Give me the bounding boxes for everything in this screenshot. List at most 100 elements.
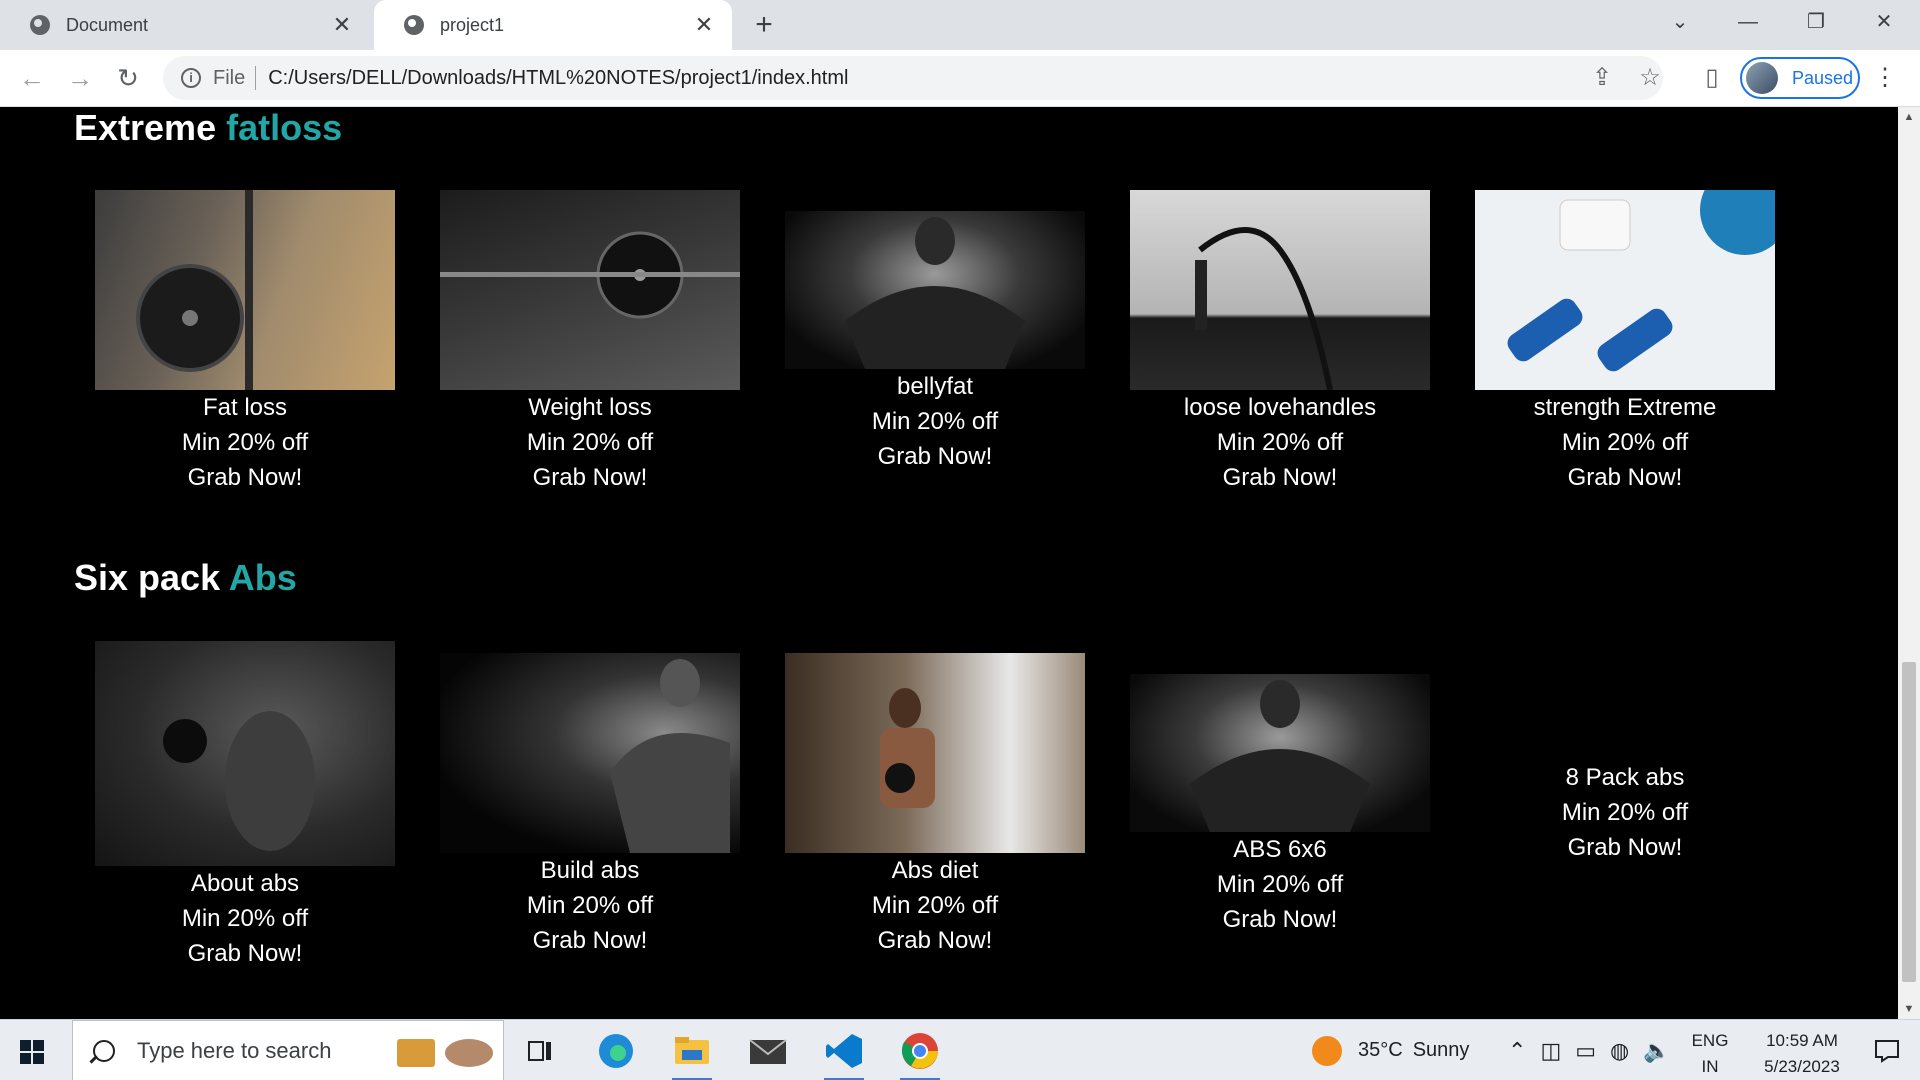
info-icon[interactable]: i bbox=[181, 68, 201, 88]
scroll-up-icon[interactable]: ▲ bbox=[1898, 107, 1920, 127]
back-button[interactable]: ← bbox=[12, 58, 52, 98]
product-name: Build abs bbox=[540, 857, 640, 884]
product-card[interactable]: ABS 6x6 Min 20% off Grab Now! bbox=[1130, 674, 1430, 937]
tab-search-chevron-icon[interactable]: ⌄ bbox=[1650, 0, 1710, 44]
product-offer: Min 20% off bbox=[1216, 871, 1344, 898]
grab-now-link[interactable]: Grab Now! bbox=[95, 936, 395, 971]
product-card[interactable]: strength Extreme Min 20% off Grab Now! bbox=[1475, 190, 1775, 495]
profile-status: Paused bbox=[1792, 67, 1854, 88]
clock-date: 5/23/2023 bbox=[1764, 1057, 1840, 1076]
product-name: strength Extreme bbox=[1533, 394, 1717, 421]
barbell-icon bbox=[440, 231, 740, 319]
lang-line2: IN bbox=[1701, 1057, 1719, 1076]
section-title-abs: Six pack Abs bbox=[74, 557, 297, 599]
product-offer: Min 20% off bbox=[181, 905, 309, 932]
product-offer: Min 20% off bbox=[871, 892, 999, 919]
page-scrollbar[interactable]: ▲ ▼ bbox=[1898, 107, 1920, 1019]
meet-now-icon[interactable]: ◫ bbox=[1540, 1038, 1561, 1064]
forward-button[interactable]: → bbox=[60, 58, 100, 98]
tab-project1[interactable]: project1 ✕ bbox=[374, 0, 732, 50]
taskbar-search-box[interactable]: Type here to search bbox=[72, 1020, 504, 1080]
notifications-icon[interactable] bbox=[1862, 1028, 1912, 1074]
close-window-button[interactable]: ✕ bbox=[1854, 0, 1914, 44]
product-offer: Min 20% off bbox=[1561, 429, 1689, 456]
url-text[interactable]: C:/Users/DELL/Downloads/HTML%20NOTES/pro… bbox=[268, 67, 848, 90]
mail-icon[interactable] bbox=[738, 1028, 798, 1074]
more-menu-icon[interactable]: ⋮ bbox=[1870, 58, 1900, 98]
grab-now-link[interactable]: Grab Now! bbox=[1475, 830, 1775, 865]
product-image[interactable] bbox=[785, 211, 1085, 369]
grab-now-link[interactable]: Grab Now! bbox=[785, 439, 1085, 474]
network-globe-icon[interactable]: ◍ bbox=[1610, 1038, 1629, 1064]
product-name: bellyfat bbox=[896, 373, 974, 400]
close-icon[interactable]: ✕ bbox=[330, 12, 354, 38]
file-explorer-icon[interactable] bbox=[662, 1028, 722, 1080]
scroll-down-icon[interactable]: ▼ bbox=[1898, 999, 1920, 1019]
product-card[interactable]: loose lovehandles Min 20% off Grab Now! bbox=[1130, 190, 1430, 495]
share-icon[interactable]: ⇪ bbox=[1582, 58, 1622, 98]
product-image[interactable] bbox=[1475, 190, 1775, 390]
weather-widget[interactable]: 35°C Sunny bbox=[1312, 1020, 1469, 1080]
product-offer: Min 20% off bbox=[1561, 799, 1689, 826]
windows-start-icon[interactable] bbox=[10, 1032, 62, 1072]
product-image[interactable] bbox=[95, 190, 395, 390]
reload-button[interactable]: ↻ bbox=[108, 58, 148, 98]
clock-time: 10:59 AM bbox=[1766, 1031, 1838, 1050]
product-image[interactable] bbox=[1130, 190, 1430, 390]
new-tab-button[interactable]: + bbox=[748, 8, 780, 42]
language-indicator[interactable]: ENG IN bbox=[1688, 1028, 1732, 1080]
product-card[interactable]: Weight loss Min 20% off Grab Now! bbox=[440, 190, 740, 495]
chrome-icon[interactable] bbox=[890, 1028, 950, 1080]
clock[interactable]: 10:59 AM 5/23/2023 bbox=[1742, 1028, 1862, 1080]
product-image[interactable] bbox=[1130, 674, 1430, 832]
product-name: About abs bbox=[190, 870, 300, 897]
grab-now-link[interactable]: Grab Now! bbox=[95, 460, 395, 495]
task-view-icon[interactable] bbox=[510, 1028, 570, 1074]
battery-icon[interactable]: ▭ bbox=[1575, 1038, 1596, 1064]
address-bar[interactable]: i File C:/Users/DELL/Downloads/HTML%20NO… bbox=[163, 56, 1663, 100]
product-image[interactable] bbox=[440, 190, 740, 390]
product-card[interactable]: 8 Pack abs Min 20% off Grab Now! bbox=[1475, 760, 1775, 865]
globe-icon bbox=[404, 15, 424, 35]
product-image[interactable] bbox=[785, 653, 1085, 853]
grab-now-link[interactable]: Grab Now! bbox=[1130, 902, 1430, 937]
product-card[interactable]: About abs Min 20% off Grab Now! bbox=[95, 641, 395, 971]
bodybuilder-flex-icon bbox=[610, 659, 730, 853]
product-card[interactable]: bellyfat Min 20% off Grab Now! bbox=[785, 211, 1085, 474]
profile-button[interactable]: Paused bbox=[1740, 57, 1860, 99]
product-card[interactable]: Fat loss Min 20% off Grab Now! bbox=[95, 190, 395, 495]
search-placeholder: Type here to search bbox=[137, 1037, 332, 1063]
chevron-up-icon[interactable]: ⌃ bbox=[1508, 1038, 1526, 1064]
grab-now-link[interactable]: Grab Now! bbox=[1475, 460, 1775, 495]
grab-now-link[interactable]: Grab Now! bbox=[440, 923, 740, 958]
product-name: Weight loss bbox=[528, 394, 652, 421]
grab-now-link[interactable]: Grab Now! bbox=[440, 460, 740, 495]
product-image[interactable] bbox=[440, 653, 740, 853]
speaker-icon[interactable]: 🔈 bbox=[1643, 1038, 1670, 1064]
system-tray: ⌃ ◫ ▭ ◍ 🔈 bbox=[1508, 1020, 1671, 1080]
product-card[interactable]: Build abs Min 20% off Grab Now! bbox=[440, 653, 740, 958]
divider bbox=[255, 66, 257, 90]
product-offer: Min 20% off bbox=[526, 429, 654, 456]
close-icon[interactable]: ✕ bbox=[692, 12, 716, 38]
grab-now-link[interactable]: Grab Now! bbox=[785, 923, 1085, 958]
bodybuilder-icon bbox=[1190, 680, 1370, 832]
section-title-accent: Abs bbox=[228, 557, 297, 598]
minimize-button[interactable]: — bbox=[1718, 0, 1778, 44]
tab-strip: Document ✕ project1 ✕ + ⌄ — ❐ ✕ bbox=[0, 0, 1920, 50]
product-image[interactable] bbox=[95, 641, 395, 866]
search-icon bbox=[93, 1039, 115, 1062]
scroll-thumb[interactable] bbox=[1902, 662, 1916, 982]
restore-button[interactable]: ❐ bbox=[1786, 0, 1846, 44]
vscode-icon[interactable] bbox=[814, 1028, 874, 1080]
product-name: Abs diet bbox=[891, 857, 979, 884]
edge-browser-icon[interactable] bbox=[586, 1028, 646, 1074]
section-title-main: Extreme bbox=[74, 107, 217, 148]
bookmark-star-icon[interactable]: ☆ bbox=[1630, 58, 1670, 98]
grab-now-link[interactable]: Grab Now! bbox=[1130, 460, 1430, 495]
search-highlight-icon bbox=[397, 1039, 493, 1067]
product-card[interactable]: Abs diet Min 20% off Grab Now! bbox=[785, 653, 1085, 958]
tab-title: Document bbox=[66, 14, 149, 35]
side-panel-icon[interactable]: ▯ bbox=[1692, 58, 1732, 98]
tab-document[interactable]: Document ✕ bbox=[0, 0, 370, 50]
